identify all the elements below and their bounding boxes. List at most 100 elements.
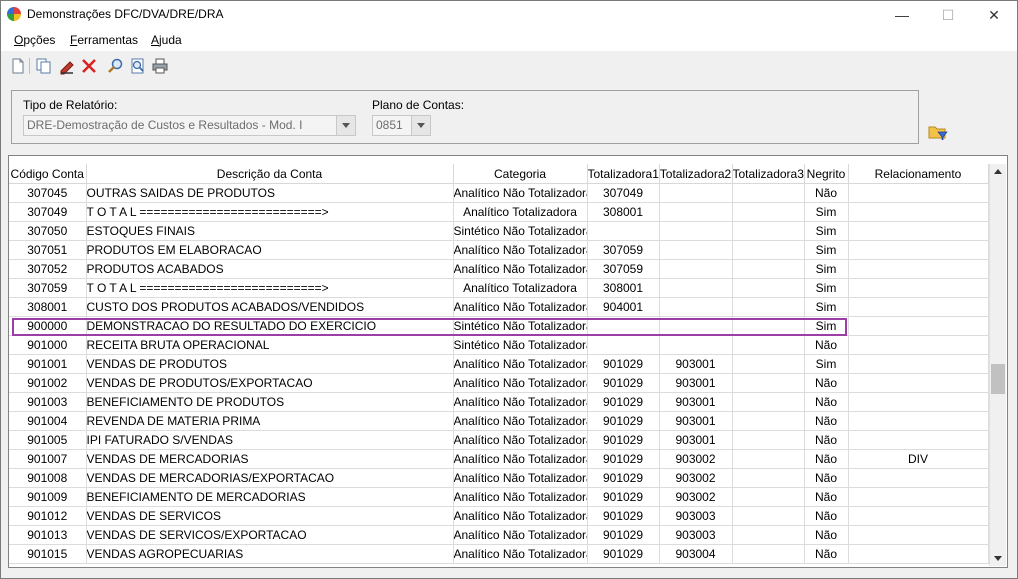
cell-totalizadora1[interactable]: 901029: [587, 430, 660, 450]
cell-negrito[interactable]: Não: [804, 544, 849, 564]
cell-categoria[interactable]: Analítico Não Totalizadora: [453, 259, 588, 279]
cell-relacionamento[interactable]: DIV: [848, 449, 989, 469]
cell-totalizadora3[interactable]: [732, 183, 805, 203]
table-row[interactable]: 307050 ESTOQUES FINAIS Sintético Não Total…: [9, 221, 989, 241]
cell-codigo[interactable]: 307050: [9, 221, 87, 241]
cell-totalizadora1[interactable]: 307049: [587, 183, 660, 203]
cell-relacionamento[interactable]: [848, 221, 989, 241]
cell-categoria[interactable]: Analítico Totalizadora: [453, 278, 588, 298]
cell-totalizadora2[interactable]: 903001: [659, 373, 733, 393]
cell-categoria[interactable]: Analítico Não Totalizadora: [453, 468, 588, 488]
table-row[interactable]: 307052 PRODUTOS ACABADOS Analítico Não Tot…: [9, 259, 989, 279]
cell-totalizadora2[interactable]: 903001: [659, 392, 733, 412]
table-row[interactable]: 307045 OUTRAS SAIDAS DE PRODUTOS Analítico…: [9, 183, 989, 203]
table-row[interactable]: 901005 IPI FATURADO S/VENDAS Analítico Não…: [9, 430, 989, 450]
table-row[interactable]: 901001 VENDAS DE PRODUTOS Analítico Não To…: [9, 354, 989, 374]
cell-descricao[interactable]: PRODUTOS ACABADOS: [86, 259, 454, 279]
cell-descricao[interactable]: CUSTO DOS PRODUTOS ACABADOS/VENDIDOS: [86, 297, 454, 317]
cell-categoria[interactable]: Sintético Não Totalizadora: [453, 221, 588, 241]
cell-totalizadora1[interactable]: 901029: [587, 392, 660, 412]
vertical-scrollbar[interactable]: [989, 164, 1006, 566]
table-row[interactable]: 901015 VENDAS AGROPECUARIAS Analítico Não …: [9, 544, 989, 564]
cell-negrito[interactable]: Não: [804, 449, 849, 469]
edit-pencil-icon[interactable]: [58, 57, 76, 75]
cell-negrito[interactable]: Sim: [804, 259, 849, 279]
cell-totalizadora2[interactable]: 903001: [659, 411, 733, 431]
cell-codigo[interactable]: 307051: [9, 240, 87, 260]
column-header[interactable]: Totalizadora3: [732, 164, 805, 184]
cell-totalizadora3[interactable]: [732, 525, 805, 545]
cell-codigo[interactable]: 901001: [9, 354, 87, 374]
cell-descricao[interactable]: OUTRAS SAIDAS DE PRODUTOS: [86, 183, 454, 203]
cell-totalizadora3[interactable]: [732, 373, 805, 393]
cell-totalizadora1[interactable]: [587, 335, 660, 355]
cell-totalizadora3[interactable]: [732, 430, 805, 450]
cell-totalizadora1[interactable]: 307059: [587, 259, 660, 279]
menu-ferramentas[interactable]: Ferramentas: [70, 33, 138, 47]
cell-codigo[interactable]: 901013: [9, 525, 87, 545]
cell-totalizadora2[interactable]: [659, 183, 733, 203]
cell-totalizadora3[interactable]: [732, 392, 805, 412]
cell-descricao[interactable]: ESTOQUES FINAIS: [86, 221, 454, 241]
cell-totalizadora2[interactable]: [659, 240, 733, 260]
table-row[interactable]: 901003 BENEFICIAMENTO DE PRODUTOS Analític…: [9, 392, 989, 412]
table-row[interactable]: 901009 BENEFICIAMENTO DE MERCADORIAS Analí…: [9, 487, 989, 507]
cell-totalizadora1[interactable]: 308001: [587, 202, 660, 222]
cell-relacionamento[interactable]: [848, 316, 989, 336]
column-header[interactable]: Categoria: [453, 164, 588, 184]
cell-categoria[interactable]: Analítico Não Totalizadora: [453, 487, 588, 507]
cell-negrito[interactable]: Não: [804, 411, 849, 431]
table-row[interactable]: 901012 VENDAS DE SERVICOS Analítico Não To…: [9, 506, 989, 526]
cell-totalizadora2[interactable]: 903003: [659, 525, 733, 545]
cell-categoria[interactable]: Analítico Não Totalizadora: [453, 449, 588, 469]
new-document-icon[interactable]: [9, 57, 27, 75]
cell-codigo[interactable]: 307052: [9, 259, 87, 279]
cell-totalizadora3[interactable]: [732, 221, 805, 241]
cell-categoria[interactable]: Analítico Não Totalizadora: [453, 411, 588, 431]
column-header[interactable]: Totalizadora1: [587, 164, 660, 184]
search-icon[interactable]: [107, 57, 125, 75]
cell-totalizadora2[interactable]: [659, 335, 733, 355]
table-row[interactable]: 901008 VENDAS DE MERCADORIAS/EXPORTACAO An…: [9, 468, 989, 488]
cell-totalizadora3[interactable]: [732, 487, 805, 507]
cell-negrito[interactable]: Não: [804, 468, 849, 488]
cell-totalizadora3[interactable]: [732, 449, 805, 469]
cell-categoria[interactable]: Sintético Não Totalizadora: [453, 335, 588, 355]
table-row[interactable]: 901000 RECEITA BRUTA OPERACIONAL Sintético…: [9, 335, 989, 355]
cell-totalizadora2[interactable]: [659, 259, 733, 279]
cell-totalizadora3[interactable]: [732, 411, 805, 431]
cell-totalizadora1[interactable]: 901029: [587, 544, 660, 564]
cell-relacionamento[interactable]: [848, 392, 989, 412]
cell-totalizadora1[interactable]: 901029: [587, 449, 660, 469]
cell-totalizadora1[interactable]: 901029: [587, 487, 660, 507]
column-header[interactable]: Código Conta: [9, 164, 87, 184]
scroll-up-icon[interactable]: [990, 164, 1006, 180]
cell-descricao[interactable]: BENEFICIAMENTO DE PRODUTOS: [86, 392, 454, 412]
table-row[interactable]: 308001 CUSTO DOS PRODUTOS ACABADOS/VENDID…: [9, 297, 989, 317]
cell-totalizadora3[interactable]: [732, 316, 805, 336]
table-row[interactable]: 901002 VENDAS DE PRODUTOS/EXPORTACAO Analí…: [9, 373, 989, 393]
cell-codigo[interactable]: 307049: [9, 202, 87, 222]
cell-totalizadora2[interactable]: 903004: [659, 544, 733, 564]
table-row[interactable]: 901004 REVENDA DE MATERIA PRIMA Analítico …: [9, 411, 989, 431]
cell-categoria[interactable]: Analítico Não Totalizadora: [453, 354, 588, 374]
table-row-selected[interactable]: 900000 DEMONSTRACAO DO RESULTADO DO EXERC…: [9, 316, 989, 336]
cell-negrito[interactable]: Não: [804, 392, 849, 412]
cell-relacionamento[interactable]: [848, 487, 989, 507]
menu-ajuda[interactable]: Ajuda: [151, 33, 182, 47]
cell-totalizadora3[interactable]: [732, 240, 805, 260]
cell-relacionamento[interactable]: [848, 373, 989, 393]
cell-codigo[interactable]: 901005: [9, 430, 87, 450]
cell-relacionamento[interactable]: [848, 335, 989, 355]
minimize-button[interactable]: —: [879, 1, 925, 29]
cell-relacionamento[interactable]: [848, 506, 989, 526]
copy-icon[interactable]: [35, 57, 53, 75]
cell-totalizadora1[interactable]: [587, 221, 660, 241]
cell-categoria[interactable]: Analítico Não Totalizadora: [453, 430, 588, 450]
open-folder-filter-icon[interactable]: [928, 124, 948, 140]
cell-codigo[interactable]: 307045: [9, 183, 87, 203]
cell-categoria[interactable]: Analítico Não Totalizadora: [453, 240, 588, 260]
cell-codigo[interactable]: 308001: [9, 297, 87, 317]
cell-codigo[interactable]: 901015: [9, 544, 87, 564]
cell-codigo[interactable]: 900000: [9, 316, 87, 336]
